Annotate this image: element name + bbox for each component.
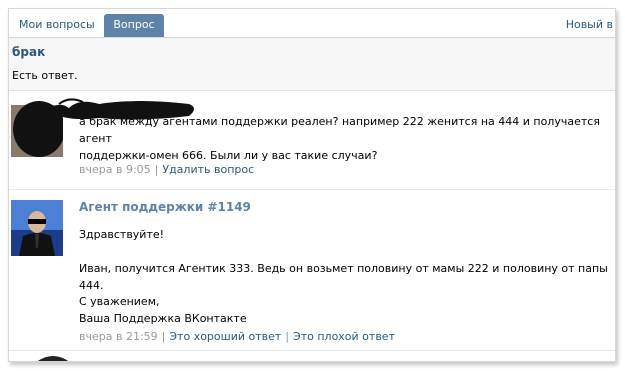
separator: | xyxy=(285,330,290,343)
answer-signature: Ваша Поддержка ВКонтакте xyxy=(79,312,247,325)
bad-answer-link[interactable]: Это плохой ответ xyxy=(293,330,395,343)
answer-meta: вчера в 21:59 | Это хороший ответ | Это плох… xyxy=(79,330,395,343)
question-text: а брак между агентами поддержки реален? … xyxy=(79,113,609,164)
cutoff-avatar-edge xyxy=(37,356,69,361)
question-header: брак Есть ответ. xyxy=(9,38,615,91)
post-time: вчера в 9:05 xyxy=(79,163,151,176)
answer-post: Агент поддержки #1149 Здравствуйте! Иван… xyxy=(9,190,615,351)
tab-bar: Мои вопросы Вопрос Новый в xyxy=(9,9,615,38)
question-text-line: поддержки-омен 666. Были ли у вас такие … xyxy=(79,149,378,162)
answer-author[interactable]: Агент поддержки #1149 xyxy=(79,200,251,214)
post-time: вчера в 21:59 xyxy=(79,330,158,343)
window: Мои вопросы Вопрос Новый в брак Есть отв… xyxy=(8,8,616,362)
delete-question-link[interactable]: Удалить вопрос xyxy=(162,163,254,176)
tab-new-question[interactable]: Новый в xyxy=(556,14,615,37)
question-post: а брак между агентами поддержки реален? … xyxy=(9,91,615,190)
question-status: Есть ответ. xyxy=(12,69,78,82)
agent-avatar-icon[interactable] xyxy=(11,200,63,256)
separator: | xyxy=(154,163,159,176)
question-meta: вчера в 9:05 | Удалить вопрос xyxy=(79,163,254,176)
answer-signoff: С уважением, xyxy=(79,295,160,308)
tab-question[interactable]: Вопрос xyxy=(104,14,164,37)
good-answer-link[interactable]: Это хороший ответ xyxy=(169,330,281,343)
question-title: брак xyxy=(12,45,46,59)
tab-my-questions[interactable]: Мои вопросы xyxy=(9,14,105,37)
answer-greeting: Здравствуйте! xyxy=(79,228,165,241)
answer-body: Иван, получится Агентик 333. Ведь он воз… xyxy=(79,262,608,292)
separator: | xyxy=(161,330,166,343)
question-text-line: а брак между агентами поддержки реален? … xyxy=(79,115,600,145)
